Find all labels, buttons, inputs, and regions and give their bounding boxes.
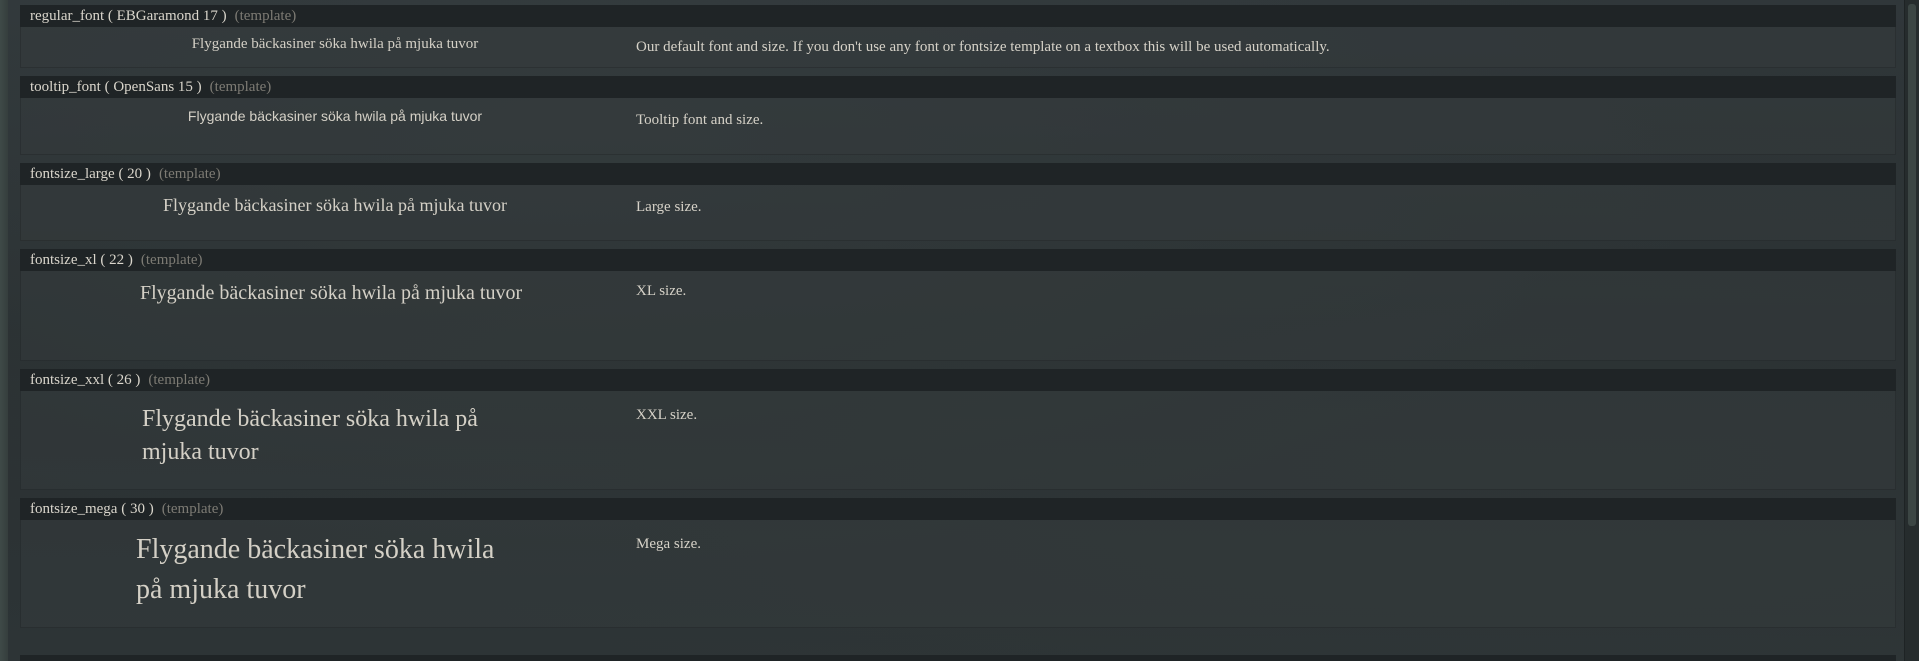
font-sample-text: Flygande bäckasiner söka hwila på mjuka …: [142, 406, 478, 465]
entry-body: Flygande bäckasiner söka hwila på mjuka …: [20, 271, 1896, 361]
entry-name: fontsize_xxl ( 26 ): [30, 372, 141, 388]
window-frame-left: [0, 0, 8, 661]
entry-header: fontsize_large ( 20 ) (template): [20, 163, 1896, 185]
template-tag: (template): [234, 8, 297, 24]
template-tag: (template): [161, 501, 224, 517]
entry-body: Flygande bäckasiner söka hwila på mjuka …: [20, 185, 1896, 241]
entry-body: Flygande bäckasiner söka hwila på mjuka …: [20, 520, 1896, 628]
font-entry-mega: fontsize_mega ( 30 ) (template) Flygande …: [20, 498, 1896, 628]
entry-name: regular_font ( EBGaramond 17 ): [30, 8, 227, 24]
template-tag: (template): [148, 372, 211, 388]
font-sample-text: Flygande bäckasiner söka hwila på mjuka …: [187, 108, 483, 124]
font-sample-text: Flygande bäckasiner söka hwila på mjuka …: [191, 36, 479, 52]
entry-description: Tooltip font and size.: [636, 112, 764, 128]
entry-name: fontsize_large ( 20 ): [30, 166, 151, 182]
entry-description: Mega size.: [636, 536, 701, 552]
template-tag: (template): [158, 166, 221, 182]
font-entry-xl: fontsize_xl ( 22 ) (template) Flygande bä…: [20, 249, 1896, 361]
entry-header: fontsize_mega ( 30 ) (template): [20, 498, 1896, 520]
font-entry-xxl: fontsize_xxl ( 26 ) (template) Flygande b…: [20, 369, 1896, 490]
entry-body: Flygande bäckasiner söka hwila på mjuka …: [20, 98, 1896, 155]
entry-name: tooltip_font ( OpenSans 15 ): [30, 79, 202, 95]
entry-header: tooltip_font ( OpenSans 15 ) (template): [20, 76, 1896, 98]
entry-description: XXL size.: [636, 407, 698, 423]
entry-description: Large size.: [636, 199, 702, 215]
font-sample-text: Flygande bäckasiner söka hwila på mjuka …: [163, 195, 507, 215]
entry-description: Our default font and size. If you don't …: [636, 39, 1330, 55]
font-entry-large: fontsize_large ( 20 ) (template) Flygande…: [20, 163, 1896, 241]
entry-header: regular_font ( EBGaramond 17 ) (template): [20, 5, 1896, 27]
entry-header: fontsize_xxl ( 26 ) (template): [20, 369, 1896, 391]
entry-body: Flygande bäckasiner söka hwila på mjuka …: [20, 27, 1896, 68]
vertical-scrollbar[interactable]: [1904, 0, 1919, 661]
font-entry-regular: regular_font ( EBGaramond 17 ) (template)…: [20, 5, 1896, 68]
template-tag: (template): [140, 252, 203, 268]
entry-name: fontsize_xl ( 22 ): [30, 252, 133, 268]
entry-description: XL size.: [636, 283, 687, 299]
template-tag: (template): [209, 79, 272, 95]
font-sample-text: Flygande bäckasiner söka hwila på mjuka …: [136, 534, 495, 605]
font-sample-text: Flygande bäckasiner söka hwila på mjuka …: [140, 282, 523, 304]
entry-header: fontsize_xl ( 22 ) (template): [20, 249, 1896, 271]
entry-name: fontsize_mega ( 30 ): [30, 501, 154, 517]
next-entry-header-partial: [20, 655, 1896, 661]
scrollbar-thumb[interactable]: [1908, 4, 1916, 526]
font-entry-tooltip: tooltip_font ( OpenSans 15 ) (template) F…: [20, 76, 1896, 155]
font-template-list: regular_font ( EBGaramond 17 ) (template)…: [20, 5, 1896, 636]
entry-body: Flygande bäckasiner söka hwila på mjuka …: [20, 391, 1896, 490]
